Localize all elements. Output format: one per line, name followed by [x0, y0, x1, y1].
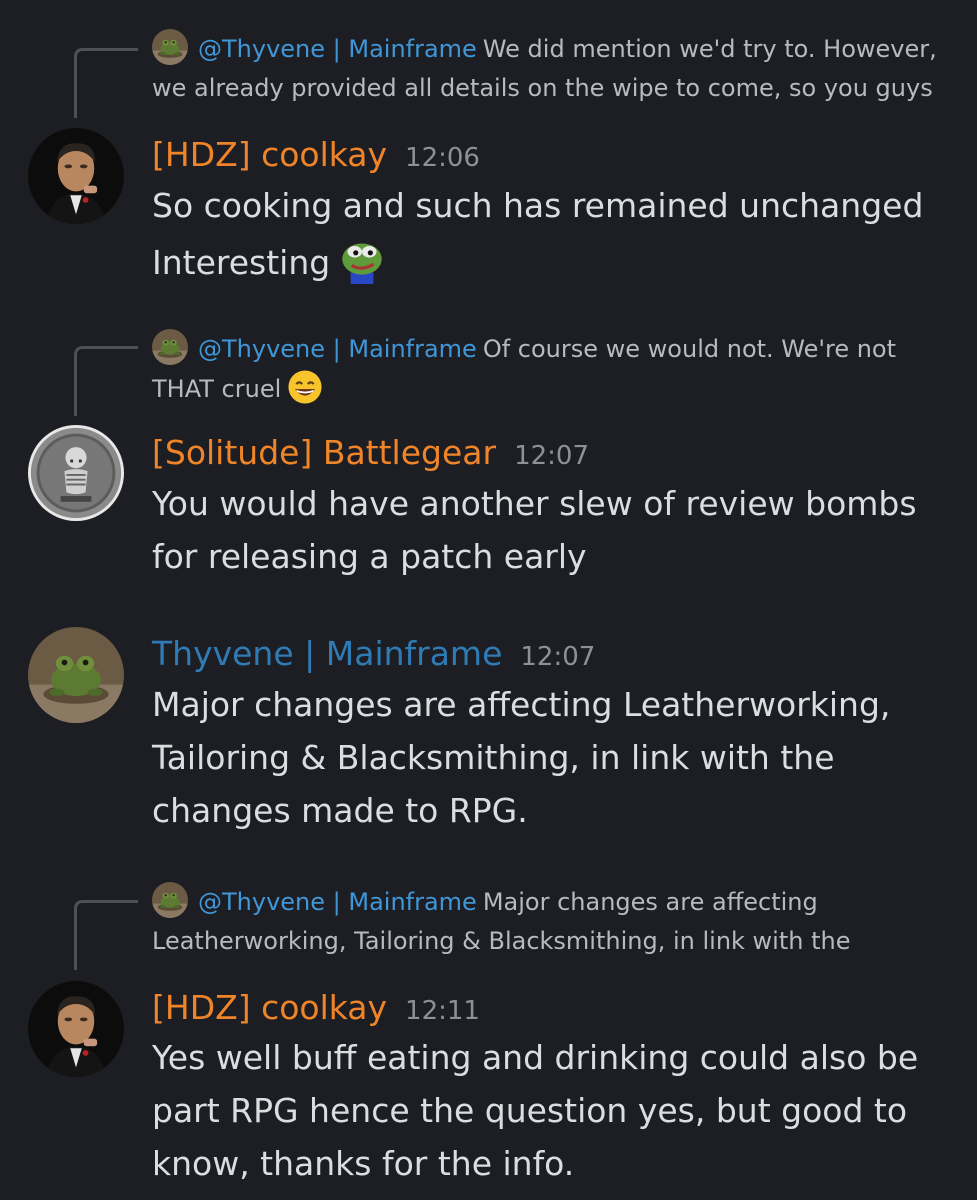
message-content: Major changes are affecting Leatherworki… — [152, 678, 952, 837]
timestamp: 12:11 — [405, 996, 480, 1026]
message-header: Thyvene | Mainframe 12:07 — [152, 632, 595, 679]
message-content: You would have another slew of review bo… — [152, 477, 952, 583]
message-line: Major changes are affecting Leatherworki… — [152, 685, 891, 724]
reply-connector — [74, 346, 138, 416]
reply-avatar — [152, 882, 188, 918]
reply-text: we already provided all details on the w… — [152, 74, 933, 102]
message-line: for releasing a patch early — [152, 537, 587, 576]
timestamp: 12:07 — [514, 441, 590, 471]
reply-mention[interactable]: @Thyvene | Mainframe — [198, 335, 477, 363]
message-header: [Solitude] Battlegear 12:07 — [152, 431, 589, 478]
timestamp: 12:07 — [520, 642, 596, 672]
pepe-frog-emoji — [336, 232, 388, 299]
reply-text: THAT cruel — [152, 375, 282, 403]
message-line: So cooking and such has remained unchang… — [152, 186, 924, 225]
avatar[interactable] — [28, 128, 124, 224]
reply-mention[interactable]: @Thyvene | Mainframe — [198, 35, 477, 63]
author-name[interactable]: [Solitude] Battlegear — [152, 433, 496, 472]
reply-avatar — [152, 329, 188, 365]
reply-connector — [74, 900, 138, 970]
reply-text: Leatherworking, Tailoring & Blacksmithin… — [152, 927, 851, 955]
author-name[interactable]: [HDZ] coolkay — [152, 988, 387, 1027]
message-content: So cooking and such has remained unchang… — [152, 179, 952, 299]
author-name[interactable]: [HDZ] coolkay — [152, 135, 387, 174]
reply-text: We did mention we'd try to. However, — [482, 35, 937, 63]
message-content: Yes well buff eating and drinking could … — [152, 1031, 952, 1190]
message-line: know, thanks for the info. — [152, 1144, 575, 1183]
message-header: [HDZ] coolkay 12:06 — [152, 133, 480, 180]
message-line: Interesting — [152, 243, 331, 282]
reply-text: Of course we would not. We're not — [482, 335, 897, 363]
avatar[interactable] — [28, 981, 124, 1077]
reply-text: Major changes are affecting — [482, 888, 818, 916]
message-line: You would have another slew of review bo… — [152, 484, 917, 523]
message-line: Tailoring & Blacksmithing, in link with … — [152, 738, 835, 777]
reply-preview[interactable]: @Thyvene | Mainframe We did mention we'd … — [152, 29, 952, 108]
reply-mention[interactable]: @Thyvene | Mainframe — [198, 888, 477, 916]
avatar[interactable] — [28, 425, 124, 521]
message-line: changes made to RPG. — [152, 791, 528, 830]
message-line: part RPG hence the question yes, but goo… — [152, 1091, 908, 1130]
reply-preview[interactable]: @Thyvene | Mainframe Major changes are af… — [152, 882, 952, 961]
reply-avatar — [152, 29, 188, 65]
avatar[interactable] — [28, 627, 124, 723]
grinning-face-emoji — [287, 369, 323, 417]
message-line: Yes well buff eating and drinking could … — [152, 1038, 919, 1077]
reply-preview[interactable]: @Thyvene | Mainframe Of course we would n… — [152, 329, 952, 417]
reply-connector — [74, 48, 138, 118]
message-header: [HDZ] coolkay 12:11 — [152, 986, 480, 1033]
author-name[interactable]: Thyvene | Mainframe — [152, 634, 502, 673]
timestamp: 12:06 — [405, 143, 480, 173]
